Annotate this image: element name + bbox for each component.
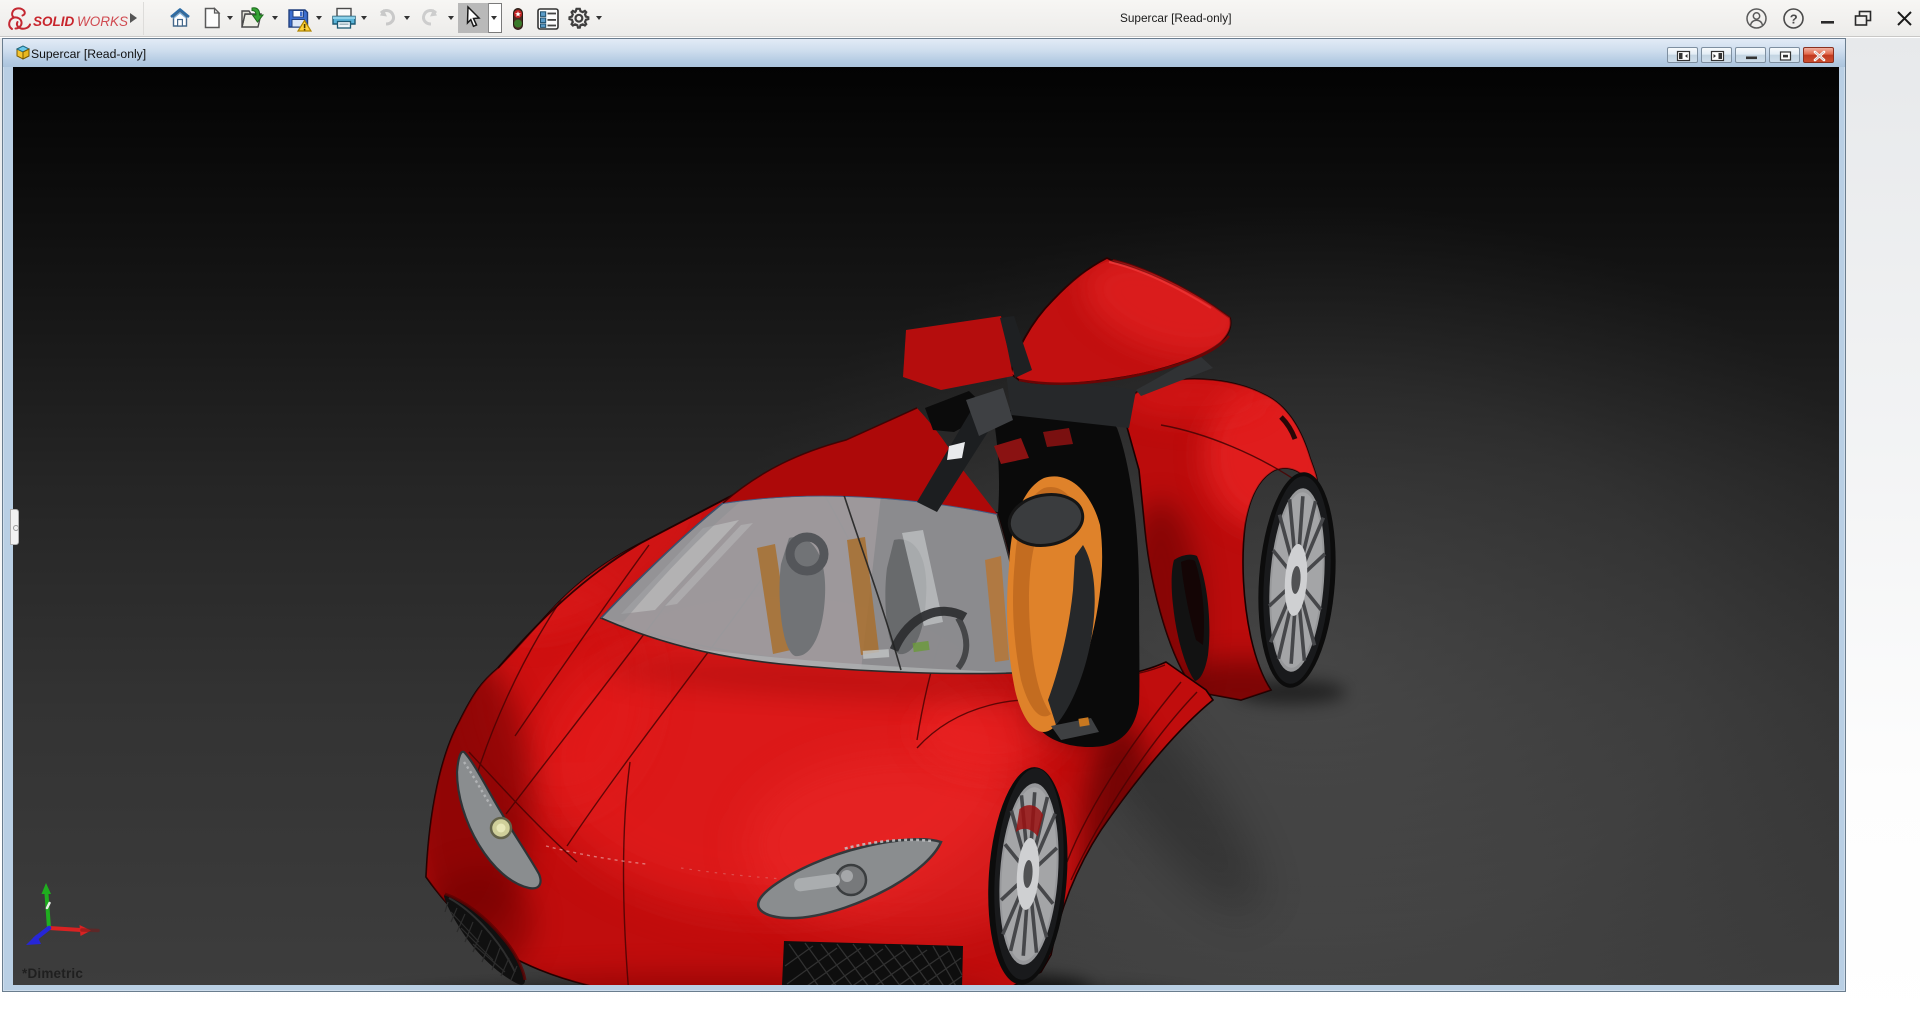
svg-text:SOLID: SOLID <box>33 14 75 29</box>
svg-text:?: ? <box>1790 11 1798 26</box>
svg-text:WORKS: WORKS <box>77 14 128 29</box>
